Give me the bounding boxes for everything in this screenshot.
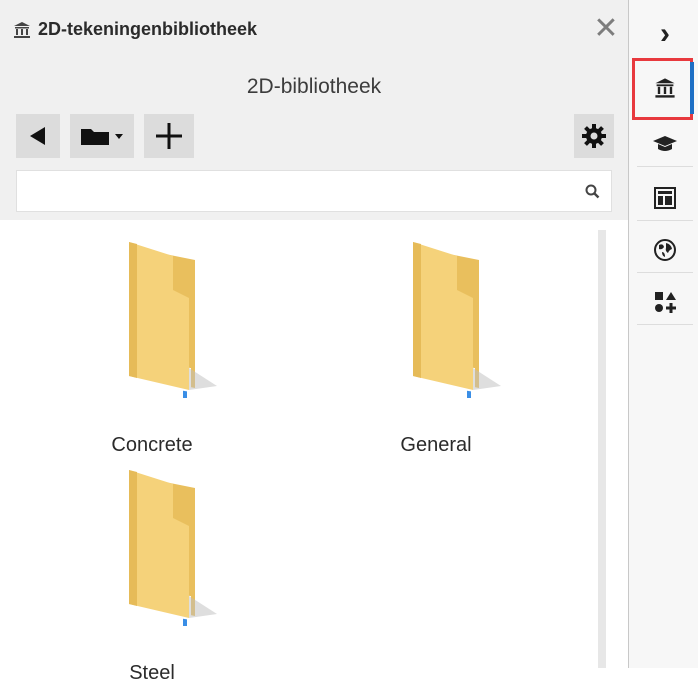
globe-icon	[654, 239, 676, 261]
library-panel: 2D-tekeningenbibliotheek ✕ 2D-bibliothee…	[0, 0, 629, 684]
folder-label: General	[400, 434, 472, 456]
sidebar-item-layout[interactable]	[637, 176, 693, 221]
sidebar-item-shapes[interactable]	[637, 280, 693, 325]
active-indicator	[690, 62, 694, 114]
library-heading: 2D-bibliotheek	[246, 75, 382, 98]
scrollbar[interactable]	[598, 230, 606, 668]
chevron-right-icon: ›	[660, 17, 670, 50]
search-input[interactable]	[25, 177, 569, 207]
search-icon[interactable]	[583, 182, 603, 202]
search-box	[16, 170, 612, 212]
collapse-button[interactable]: ›	[637, 12, 693, 56]
folder-item[interactable]: Concrete	[52, 238, 252, 458]
bank-icon	[14, 22, 30, 38]
close-icon: ✕	[593, 12, 619, 45]
folder-icon	[129, 470, 217, 626]
shapes-icon	[655, 292, 676, 313]
sidebar-item-learning[interactable]	[637, 122, 693, 167]
back-button[interactable]	[16, 114, 60, 158]
close-button[interactable]: ✕	[590, 14, 622, 46]
folder-grid: Concrete General Steel	[0, 220, 628, 684]
gear-icon	[582, 124, 606, 148]
folder-icon	[129, 242, 217, 398]
folder-icon	[413, 242, 501, 398]
add-button[interactable]	[144, 114, 194, 158]
graduation-cap-icon	[653, 136, 677, 151]
folder-menu-button[interactable]	[70, 114, 134, 158]
layout-icon	[654, 187, 676, 209]
selection-highlight	[632, 58, 693, 120]
folder-label: Steel	[129, 662, 175, 684]
plus-icon	[156, 123, 182, 149]
window-title: 2D-tekeningenbibliotheek	[38, 19, 258, 39]
folder-label: Concrete	[111, 434, 193, 456]
folder-dropdown-icon	[81, 129, 123, 145]
folder-item[interactable]: Steel	[52, 466, 252, 686]
title-bar: 2D-tekeningenbibliotheek ✕	[0, 8, 628, 52]
settings-button[interactable]	[574, 114, 614, 158]
folder-item[interactable]: General	[336, 238, 536, 458]
back-arrow-icon	[30, 127, 45, 145]
sidebar-item-globe[interactable]	[637, 228, 693, 273]
